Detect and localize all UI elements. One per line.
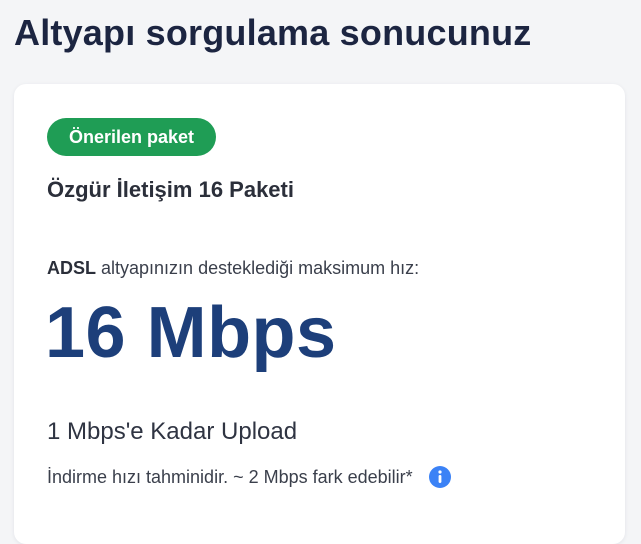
package-name: Özgür İletişim 16 Paketi [47, 177, 294, 202]
max-speed-value: 16 Mbps [45, 293, 337, 373]
download-note-row: İndirme hızı tahminidir. ~ 2 Mbps fark e… [47, 465, 452, 489]
infrastructure-type: ADSL [47, 258, 96, 278]
download-estimate-note: İndirme hızı tahminidir. ~ 2 Mbps fark e… [47, 466, 413, 487]
info-icon-graphic [428, 466, 451, 488]
upload-speed-info: 1 Mbps'e Kadar Upload [47, 418, 298, 445]
page-title: Altyapı sorgulama sonucunuz [14, 12, 532, 53]
max-speed-caption: ADSL altyapınızın desteklediği maksimum … [47, 258, 419, 279]
max-speed-caption-text: altyapınızın desteklediği maksimum hız: [101, 258, 420, 278]
infrastructure-result-card: Önerilen paket Özgür İletişim 16 Paketi … [14, 84, 625, 544]
info-icon[interactable] [428, 465, 452, 489]
recommended-package-badge: Önerilen paket [47, 118, 217, 156]
